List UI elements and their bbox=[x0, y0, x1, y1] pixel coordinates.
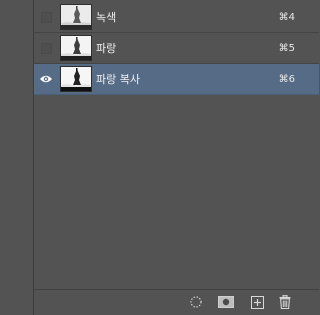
load-selection-button[interactable] bbox=[188, 294, 204, 310]
load-selection-icon bbox=[190, 296, 202, 308]
channel-row-blue[interactable]: 파랑 ⌘5 bbox=[34, 33, 319, 64]
channel-list: 녹색 ⌘4 파랑 ⌘5 파랑 복사 ⌘6 bbox=[34, 0, 319, 315]
save-selection-button[interactable] bbox=[216, 294, 236, 310]
delete-channel-button[interactable] bbox=[277, 294, 293, 310]
channel-name: 녹색 bbox=[96, 11, 117, 24]
channel-thumbnail bbox=[60, 4, 92, 30]
left-gutter bbox=[0, 0, 33, 315]
channel-name: 파랑 bbox=[96, 42, 117, 55]
new-channel-icon bbox=[250, 295, 264, 309]
visibility-checkbox[interactable] bbox=[40, 42, 52, 54]
channel-row-green[interactable]: 녹색 ⌘4 bbox=[34, 2, 319, 33]
visibility-toggle[interactable] bbox=[34, 64, 58, 95]
delete-channel-icon bbox=[279, 295, 291, 309]
eye-icon[interactable] bbox=[39, 74, 53, 84]
channels-panel: 녹색 ⌘4 파랑 ⌘5 파랑 복사 ⌘6 bbox=[0, 0, 319, 315]
channel-name: 파랑 복사 bbox=[96, 73, 140, 86]
channel-thumbnail bbox=[60, 35, 92, 61]
panel-footer-toolbar bbox=[34, 290, 319, 315]
save-selection-mask-icon bbox=[218, 296, 234, 308]
channel-row-blue-copy[interactable]: 파랑 복사 ⌘6 bbox=[34, 64, 319, 95]
visibility-toggle[interactable] bbox=[34, 2, 58, 33]
channel-shortcut: ⌘5 bbox=[278, 42, 295, 54]
visibility-checkbox[interactable] bbox=[40, 11, 52, 23]
new-channel-button[interactable] bbox=[249, 294, 265, 310]
channel-shortcut: ⌘6 bbox=[278, 73, 295, 85]
visibility-toggle[interactable] bbox=[34, 33, 58, 64]
channel-shortcut: ⌘4 bbox=[278, 11, 295, 23]
channel-thumbnail bbox=[60, 66, 92, 92]
